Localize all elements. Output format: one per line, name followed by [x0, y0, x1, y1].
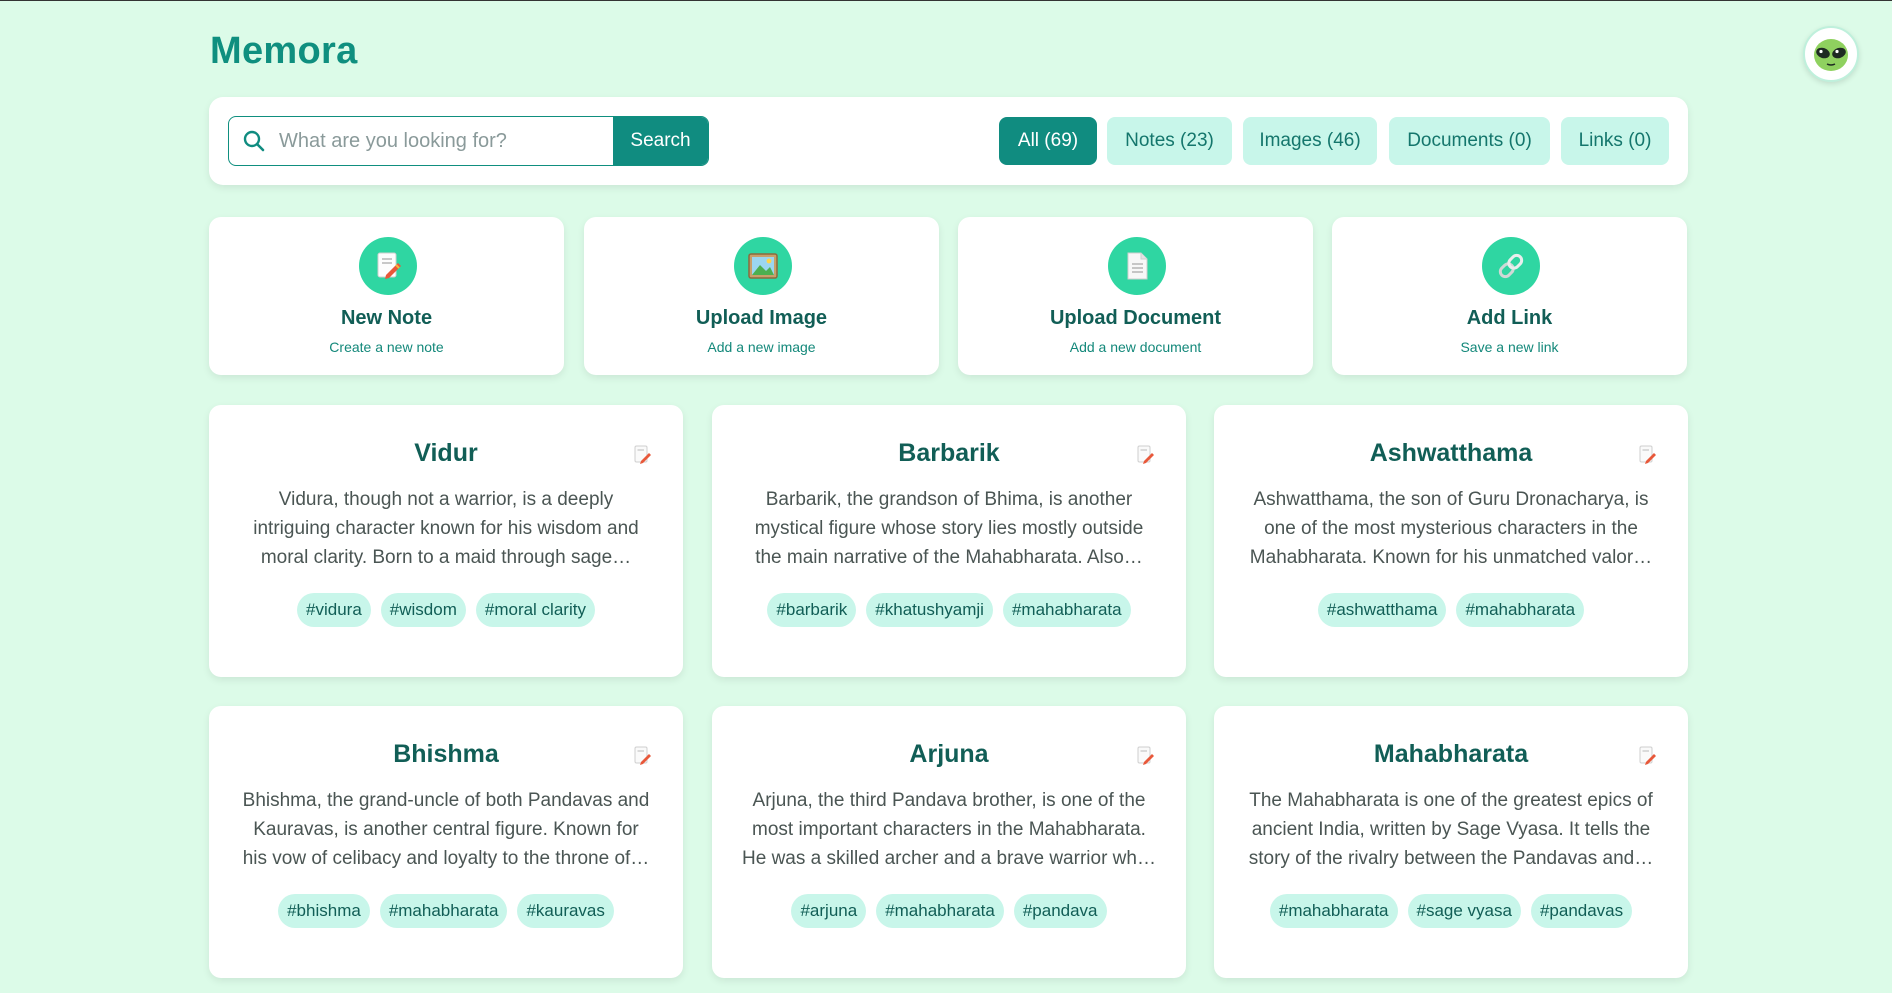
search-icon	[229, 117, 279, 165]
tag-chip[interactable]: #moral clarity	[475, 593, 595, 627]
memo-icon	[634, 445, 651, 464]
action-title: Upload Document	[1049, 307, 1222, 329]
action-title: New Note	[340, 307, 433, 329]
memo-icon	[1639, 445, 1656, 464]
tag-chip[interactable]: #mahabharata	[876, 894, 1004, 928]
tag-list: #vidura #wisdom #moral clarity	[209, 593, 683, 627]
note-card-mahabharata[interactable]: Mahabharata The Mahabharata is one of th…	[1214, 706, 1688, 978]
note-preview: Arjuna, the third Pandava brother, is on…	[742, 790, 1156, 869]
note-preview: Ashwatthama, the son of Guru Dronacharya…	[1249, 489, 1653, 568]
note-title: Ashwatthama	[1369, 439, 1533, 467]
memo-icon	[634, 746, 651, 765]
search-box: Search	[228, 116, 709, 166]
new-note-card[interactable]: New Note Create a new note	[209, 217, 564, 375]
tag-list: #bhishma #mahabharata #kauravas	[209, 894, 683, 928]
tag-list: #ashwatthama #mahabharata	[1214, 593, 1688, 627]
image-icon	[734, 237, 792, 295]
note-card-barbarik[interactable]: Barbarik Barbarik, the grandson of Bhima…	[712, 405, 1186, 677]
memo-icon	[1137, 445, 1154, 464]
upload-image-card[interactable]: Upload Image Add a new image	[584, 217, 939, 375]
user-avatar[interactable]	[1803, 26, 1859, 82]
note-title: Mahabharata	[1373, 740, 1529, 768]
tag-chip[interactable]: #mahabharata	[1456, 593, 1585, 627]
window-top-border	[0, 0, 1892, 1]
search-filter-bar: Search All (69) Notes (23) Images (46) D…	[209, 97, 1688, 185]
tag-chip[interactable]: #arjuna	[791, 894, 867, 928]
document-icon	[1108, 237, 1166, 295]
note-title: Arjuna	[909, 740, 989, 768]
tag-list: #arjuna #mahabharata #pandava	[712, 894, 1186, 928]
tag-chip[interactable]: #barbarik	[767, 593, 857, 627]
search-input[interactable]	[279, 117, 613, 165]
note-title: Bhishma	[393, 740, 499, 768]
memo-icon	[1639, 746, 1656, 765]
memo-icon	[359, 237, 417, 295]
upload-document-card[interactable]: Upload Document Add a new document	[958, 217, 1313, 375]
tag-chip[interactable]: #sage vyasa	[1407, 894, 1521, 928]
tag-chip[interactable]: #pandavas	[1530, 894, 1633, 928]
add-link-card[interactable]: Add Link Save a new link	[1332, 217, 1687, 375]
note-preview: Barbarik, the grandson of Bhima, is anot…	[754, 489, 1144, 568]
tag-list: #mahabharata #sage vyasa #pandavas	[1214, 894, 1688, 928]
note-title: Vidur	[414, 439, 478, 467]
tag-chip[interactable]: #mahabharata	[379, 894, 508, 928]
tag-chip[interactable]: #bhishma	[278, 894, 370, 928]
action-title: Upload Image	[695, 307, 828, 329]
note-title: Barbarik	[898, 439, 1000, 467]
tag-chip[interactable]: #vidura	[297, 593, 371, 627]
memo-icon	[1137, 746, 1154, 765]
tag-chip[interactable]: #pandava	[1013, 894, 1107, 928]
search-button[interactable]: Search	[613, 117, 708, 165]
action-subtitle: Add a new document	[1069, 339, 1202, 355]
note-card-bhishma[interactable]: Bhishma Bhishma, the grand-uncle of both…	[209, 706, 683, 978]
link-icon	[1482, 237, 1540, 295]
tag-list: #barbarik #khatushyamji #mahabharata	[712, 593, 1186, 627]
alien-avatar-icon	[1814, 39, 1848, 71]
filter-all[interactable]: All (69)	[999, 117, 1097, 165]
tag-chip[interactable]: #mahabharata	[1002, 593, 1131, 627]
action-title: Add Link	[1466, 307, 1553, 329]
filter-documents[interactable]: Documents (0)	[1389, 117, 1550, 165]
note-preview: The Mahabharata is one of the greatest e…	[1248, 790, 1654, 869]
app-logo-title[interactable]: Memora	[210, 30, 358, 73]
note-preview: Bhishma, the grand-uncle of both Pandava…	[242, 790, 650, 869]
tag-chip[interactable]: #mahabharata	[1269, 894, 1398, 928]
tag-chip[interactable]: #kauravas	[517, 894, 614, 928]
action-subtitle: Add a new image	[707, 339, 816, 355]
filter-images[interactable]: Images (46)	[1243, 117, 1377, 165]
tag-chip[interactable]: #wisdom	[380, 593, 466, 627]
action-subtitle: Create a new note	[329, 339, 444, 355]
note-card-ashwatthama[interactable]: Ashwatthama Ashwatthama, the son of Guru…	[1214, 405, 1688, 677]
action-subtitle: Save a new link	[1460, 339, 1559, 355]
note-card-vidur[interactable]: Vidur Vidura, though not a warrior, is a…	[209, 405, 683, 677]
note-card-arjuna[interactable]: Arjuna Arjuna, the third Pandava brother…	[712, 706, 1186, 978]
tag-chip[interactable]: #khatushyamji	[866, 593, 993, 627]
tag-chip[interactable]: #ashwatthama	[1317, 593, 1447, 627]
note-preview: Vidura, though not a warrior, is a deepl…	[253, 489, 639, 568]
filter-links[interactable]: Links (0)	[1561, 117, 1669, 165]
filter-notes[interactable]: Notes (23)	[1107, 117, 1232, 165]
